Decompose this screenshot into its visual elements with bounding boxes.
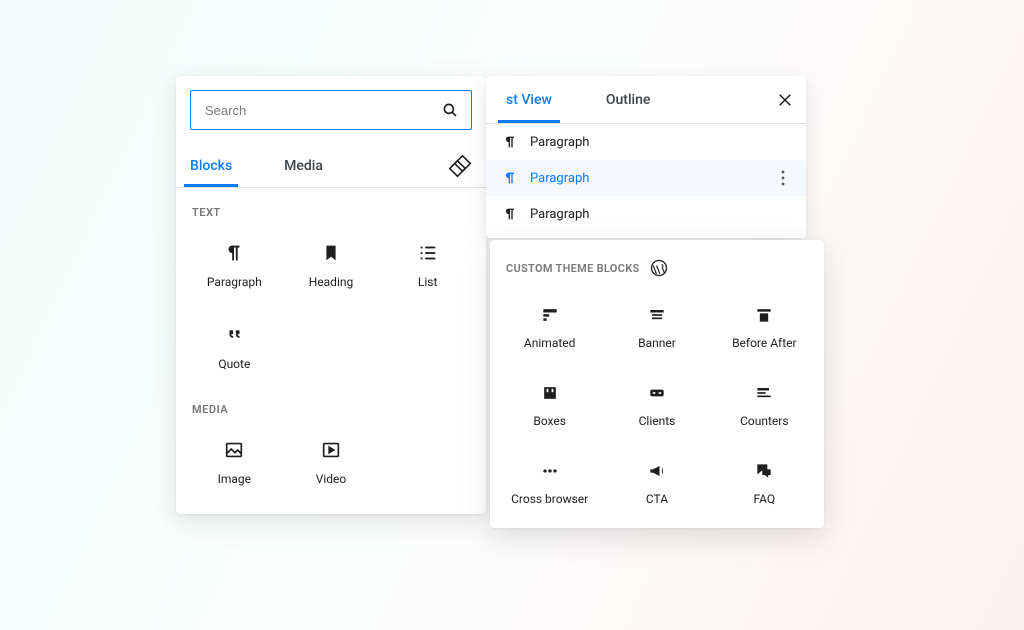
- animated-icon: [539, 304, 561, 326]
- more-icon[interactable]: [774, 169, 792, 187]
- block-label: Paragraph: [207, 275, 262, 289]
- boxes-icon: [539, 382, 561, 404]
- close-icon[interactable]: [776, 91, 794, 109]
- block-label: Before After: [732, 336, 797, 350]
- search-input[interactable]: [203, 102, 441, 119]
- block-label: Video: [316, 472, 347, 486]
- custom-blocks-panel: CUSTOM THEME BLOCKS Animated Banner: [490, 240, 824, 528]
- block-cross-browser[interactable]: Cross browser: [496, 448, 603, 514]
- block-animated[interactable]: Animated: [496, 292, 603, 358]
- search-icon: [441, 101, 459, 119]
- custom-blocks-title-text: CUSTOM THEME BLOCKS: [506, 262, 639, 275]
- block-label: List: [418, 275, 438, 289]
- block-label: Clients: [639, 414, 676, 428]
- paragraph-icon: [500, 168, 520, 188]
- block-counters[interactable]: Counters: [711, 370, 818, 436]
- counters-icon: [753, 382, 775, 404]
- block-boxes[interactable]: Boxes: [496, 370, 603, 436]
- block-label: Cross browser: [511, 492, 588, 506]
- paragraph-icon: [500, 132, 520, 152]
- listview-tabs: st View Outline: [486, 76, 806, 124]
- banner-icon: [646, 304, 668, 326]
- block-before-after[interactable]: Before After: [711, 292, 818, 358]
- list-item[interactable]: Paragraph: [486, 124, 806, 160]
- tab-outline[interactable]: Outline: [598, 78, 659, 122]
- block-heading[interactable]: Heading: [283, 229, 380, 297]
- list-icon: [416, 241, 440, 265]
- block-faq[interactable]: FAQ: [711, 448, 818, 514]
- inserter-tabs: Blocks Media: [176, 144, 486, 188]
- block-clients[interactable]: Clients: [603, 370, 710, 436]
- block-label: Boxes: [533, 414, 566, 428]
- custom-blocks-grid: Animated Banner Before After Boxes: [490, 288, 824, 518]
- block-list[interactable]: List: [379, 229, 476, 297]
- text-blocks-grid: Paragraph Heading List Quote: [176, 225, 486, 385]
- block-label: CTA: [646, 492, 668, 506]
- block-cta[interactable]: CTA: [603, 448, 710, 514]
- tab-media[interactable]: Media: [284, 146, 323, 186]
- custom-blocks-title: CUSTOM THEME BLOCKS: [490, 256, 824, 288]
- video-icon: [319, 438, 343, 462]
- block-label: FAQ: [754, 492, 776, 506]
- block-banner[interactable]: Banner: [603, 292, 710, 358]
- media-blocks-grid: Image Video: [176, 422, 486, 500]
- list-item-label: Paragraph: [530, 207, 589, 222]
- before-after-icon: [753, 304, 775, 326]
- tab-blocks[interactable]: Blocks: [190, 146, 232, 186]
- block-quote[interactable]: Quote: [186, 311, 283, 379]
- image-icon: [222, 438, 246, 462]
- clients-icon: [646, 382, 668, 404]
- block-label: Animated: [524, 336, 575, 350]
- paragraph-icon: [500, 204, 520, 224]
- block-inserter-panel: Blocks Media TEXT Paragraph Heading: [176, 76, 486, 514]
- list-item[interactable]: Paragraph: [486, 160, 806, 196]
- list-item-label: Paragraph: [530, 135, 589, 150]
- block-label: Quote: [218, 357, 250, 371]
- block-label: Counters: [740, 414, 788, 428]
- block-image[interactable]: Image: [186, 426, 283, 494]
- block-label: Image: [218, 472, 251, 486]
- block-label: Banner: [638, 336, 676, 350]
- tab-list-view[interactable]: st View: [498, 78, 560, 122]
- block-paragraph[interactable]: Paragraph: [186, 229, 283, 297]
- list-view-panel: st View Outline Paragraph Paragraph Para…: [486, 76, 806, 238]
- bookmark-icon: [319, 241, 343, 265]
- section-media-title: MEDIA: [176, 385, 486, 422]
- search-field-wrap: [190, 90, 472, 130]
- megaphone-icon: [646, 460, 668, 482]
- list-item[interactable]: Paragraph: [486, 196, 806, 232]
- patterns-icon[interactable]: [448, 154, 472, 178]
- ellipsis-icon: [539, 460, 561, 482]
- block-label: Heading: [309, 275, 354, 289]
- chat-icon: [753, 460, 775, 482]
- wordpress-icon: [649, 258, 669, 278]
- paragraph-icon: [222, 241, 246, 265]
- section-text-title: TEXT: [176, 188, 486, 225]
- list-item-label: Paragraph: [530, 171, 589, 186]
- quote-icon: [222, 323, 246, 347]
- block-video[interactable]: Video: [283, 426, 380, 494]
